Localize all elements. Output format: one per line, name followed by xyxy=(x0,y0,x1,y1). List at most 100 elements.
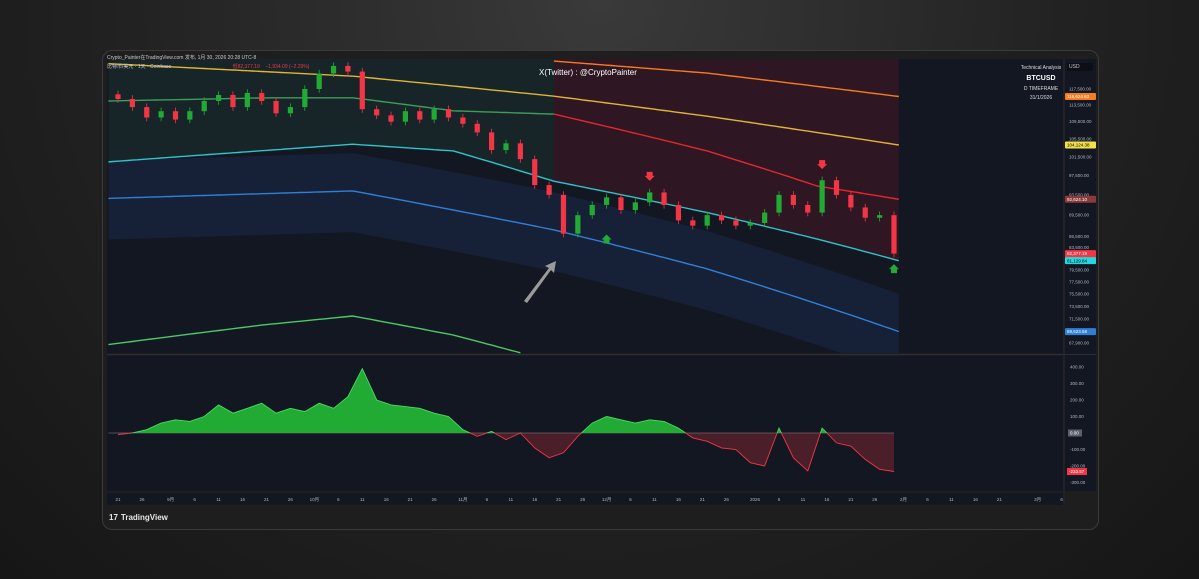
time-tick-label: 26 xyxy=(580,497,586,502)
candle-body xyxy=(359,71,365,110)
price-tick-label: 83,500.00 xyxy=(1069,245,1090,250)
price-tick-label: 73,500.00 xyxy=(1069,304,1090,309)
candle-body xyxy=(115,94,121,99)
price-tick-label: 105,500.00 xyxy=(1069,136,1092,141)
candle-body xyxy=(158,111,164,118)
zero-badge-label: 0.00 xyxy=(1070,431,1079,436)
price-badge-label: 115,624.63 xyxy=(1067,94,1090,99)
candle-body xyxy=(848,194,854,208)
price-tick-label: 71,500.00 xyxy=(1069,317,1090,322)
candle-body xyxy=(445,109,452,118)
time-tick-label: 21 xyxy=(997,497,1003,502)
candle-body xyxy=(877,215,883,218)
candle-body xyxy=(575,215,581,234)
time-tick-label: 21 xyxy=(115,497,121,502)
tradingview-logo[interactable]: 17 TradingView xyxy=(109,513,168,522)
price-badge-label: 69,623.58 xyxy=(1067,329,1088,334)
candle-body xyxy=(546,185,552,195)
candle-body xyxy=(503,143,509,151)
brand-name: TradingView xyxy=(120,513,168,522)
candle-body xyxy=(690,220,696,226)
time-tick-label: 16 xyxy=(824,497,830,502)
watermark: X(Twitter) : @CryptoPainter xyxy=(539,68,637,77)
time-tick-label: 26 xyxy=(139,497,145,502)
ohlc-change: −1,934.09 (−2.29%) xyxy=(265,64,310,70)
candle-body xyxy=(172,111,179,120)
price-badge-label: 104,124.38 xyxy=(1067,143,1090,148)
candle-body xyxy=(144,107,150,118)
time-tick-label: 21 xyxy=(848,497,854,502)
info-timeframe: D TIMEFRAME xyxy=(1023,86,1059,92)
candle-body xyxy=(402,111,408,122)
price-badge-label: 82,377.19 xyxy=(1067,251,1088,256)
candle xyxy=(776,191,782,217)
price-tick-label: 77,500.00 xyxy=(1069,279,1090,284)
candle xyxy=(575,211,581,238)
last-value-label: -233.57 xyxy=(1069,469,1085,474)
price-tick-label: 89,500.00 xyxy=(1069,213,1090,218)
candle-body xyxy=(704,215,710,226)
candle-body xyxy=(762,212,768,223)
time-tick-label: 21 xyxy=(264,497,270,502)
candle-body xyxy=(316,73,322,89)
candle-body xyxy=(259,92,265,101)
price-tick-label: 101,500.00 xyxy=(1069,154,1092,159)
candle-body xyxy=(632,202,638,211)
candle-body xyxy=(733,220,739,226)
time-tick-label: 21 xyxy=(556,497,562,502)
time-tick-label: 11 xyxy=(360,497,365,502)
time-tick-label: 16 xyxy=(676,497,682,502)
candle-body xyxy=(244,92,250,108)
price-tick-label: 75,500.00 xyxy=(1069,292,1090,297)
oscillator-tick-label: 400.00 xyxy=(1070,365,1084,370)
candle-body xyxy=(675,204,682,221)
price-tick-label: 117,500.00 xyxy=(1069,87,1092,92)
price-tick-label: 79,500.00 xyxy=(1069,268,1090,273)
price-tick-label: 109,500.00 xyxy=(1069,119,1092,124)
candle-body xyxy=(833,180,840,195)
info-symbol: BTCUSD xyxy=(1026,75,1056,82)
candle-body xyxy=(819,180,825,213)
candle xyxy=(560,191,567,238)
currency-selector[interactable]: USD xyxy=(1067,63,1093,71)
candle-body xyxy=(230,94,236,108)
candle-body xyxy=(603,197,610,205)
candle xyxy=(891,211,897,258)
oscillator-tick-label: 100.00 xyxy=(1070,414,1084,419)
time-tick-label: 21 xyxy=(408,497,414,502)
candle xyxy=(359,67,365,113)
candle-body xyxy=(287,107,294,114)
candle-body xyxy=(805,204,811,213)
price-tick-label: 113,500.00 xyxy=(1069,103,1092,108)
oscillator-tick-label: -200.00 xyxy=(1070,464,1086,469)
candle-body xyxy=(330,65,337,74)
candle-body xyxy=(891,215,897,254)
time-tick-label: 26 xyxy=(432,497,438,502)
time-tick-label: 11 xyxy=(508,497,513,502)
candle-body xyxy=(790,194,796,205)
oscillator-tick-label: -300.00 xyxy=(1070,480,1086,485)
candle xyxy=(302,85,308,111)
candle-body xyxy=(187,111,193,120)
candle-body xyxy=(201,100,207,112)
candle-body xyxy=(862,207,868,218)
publish-info: Crypto_Painter在TradingView.com 发布, 1月 30… xyxy=(107,55,257,61)
candle-body xyxy=(647,192,653,203)
candle-body xyxy=(215,94,222,101)
candle-body xyxy=(661,192,667,205)
price-chart[interactable]: 117,500.00 113,500.00 109,500.00 105,500.00… xyxy=(103,51,1098,529)
candle-body xyxy=(474,123,480,133)
candle-body xyxy=(747,222,753,226)
time-tick-label: 26 xyxy=(724,497,730,502)
time-tick-label: 11 xyxy=(652,497,657,502)
chart-card: 117,500.00 113,500.00 109,500.00 105,500.00… xyxy=(102,50,1099,530)
info-date: 31/1/2026 xyxy=(1029,95,1053,101)
candle-body xyxy=(776,194,782,213)
price-badge-label: 81,129.84 xyxy=(1067,258,1088,263)
time-tick-label: 16 xyxy=(240,497,246,502)
candle-body xyxy=(417,111,423,120)
candle-body xyxy=(618,197,624,211)
tv-icon: 17 xyxy=(109,513,118,522)
candle-body xyxy=(302,89,308,108)
price-badge-label: 92,624.10 xyxy=(1067,197,1088,202)
